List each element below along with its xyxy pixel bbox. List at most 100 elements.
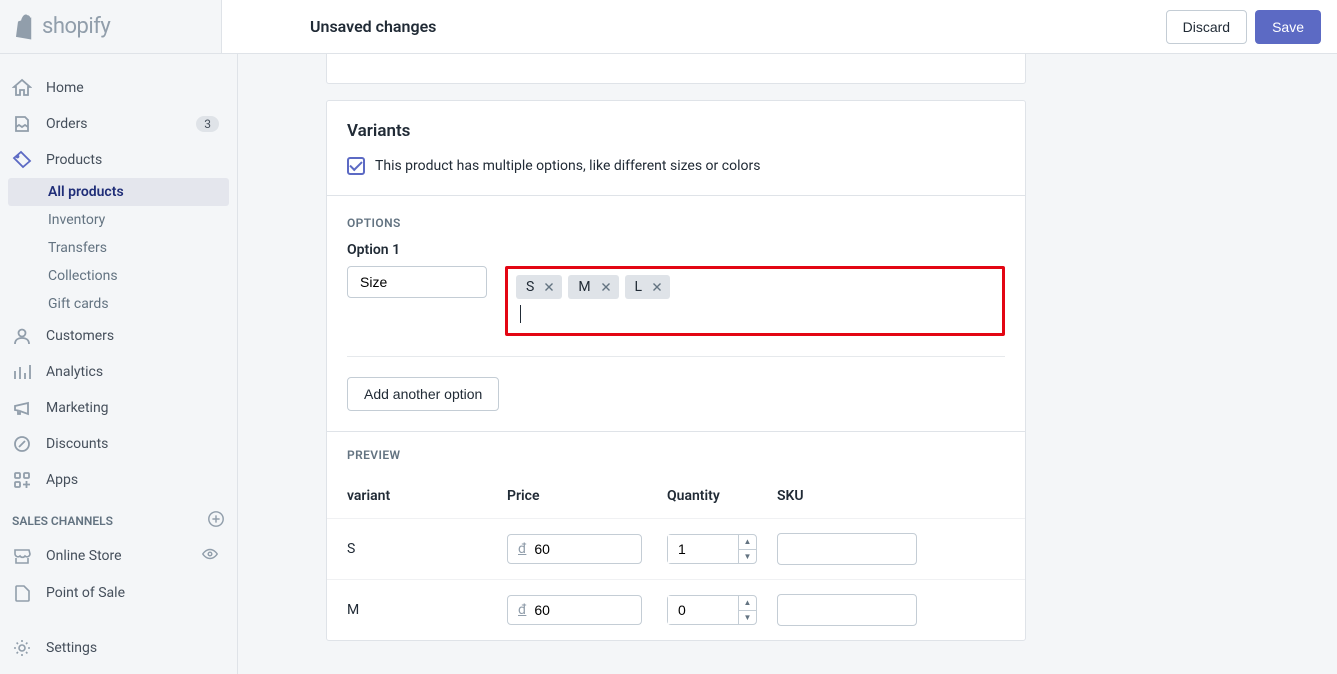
- col-price: Price: [507, 488, 667, 504]
- quantity-field[interactable]: [668, 535, 738, 563]
- spinner-down-icon[interactable]: ▼: [739, 550, 756, 564]
- quantity-field[interactable]: [668, 596, 738, 624]
- add-channel-icon[interactable]: [207, 510, 225, 531]
- spinner-up-icon[interactable]: ▲: [739, 596, 756, 611]
- sidebar-item-discounts[interactable]: Discounts: [0, 426, 237, 462]
- sidebar-item-settings[interactable]: Settings: [0, 630, 237, 674]
- pos-icon: [12, 583, 32, 603]
- orders-badge: 3: [196, 116, 219, 132]
- sidebar-label: Discounts: [46, 436, 108, 452]
- multiple-options-checkbox[interactable]: [347, 157, 365, 175]
- apps-icon: [12, 470, 32, 490]
- shopify-logo-text: shopify: [42, 14, 110, 39]
- option-values-box[interactable]: S M L: [505, 266, 1005, 336]
- settings-icon: [12, 638, 32, 658]
- sidebar-item-online-store[interactable]: Online Store: [0, 537, 237, 575]
- analytics-icon: [12, 362, 32, 382]
- sidebar-label: Home: [46, 80, 84, 96]
- sidebar-item-collections[interactable]: Collections: [0, 262, 237, 290]
- sidebar-item-all-products[interactable]: All products: [8, 178, 229, 206]
- sidebar-item-inventory[interactable]: Inventory: [0, 206, 237, 234]
- sidebar-item-analytics[interactable]: Analytics: [0, 354, 237, 390]
- sidebar-label: Analytics: [46, 364, 103, 380]
- tag-s: S: [516, 275, 562, 299]
- quantity-spinners: ▲ ▼: [738, 596, 756, 624]
- eye-icon[interactable]: [201, 545, 219, 567]
- products-icon: [12, 150, 32, 170]
- remove-tag-icon[interactable]: [650, 280, 664, 294]
- text-cursor: [520, 305, 521, 323]
- tag-m: M: [568, 275, 618, 299]
- tag-label: L: [635, 279, 643, 295]
- tags-row: S M L: [516, 275, 994, 299]
- add-option-button[interactable]: Add another option: [347, 377, 499, 411]
- sidebar: Home Orders 3 Products All products Inve…: [0, 54, 238, 674]
- option1-row: S M L: [347, 266, 1005, 336]
- price-field[interactable]: [534, 541, 624, 557]
- save-button[interactable]: Save: [1255, 10, 1321, 44]
- quantity-input[interactable]: ▲ ▼: [667, 595, 757, 625]
- sidebar-label: Transfers: [48, 240, 107, 256]
- currency-prefix: đ: [518, 541, 526, 557]
- sku-field[interactable]: [777, 533, 917, 565]
- sidebar-label: All products: [48, 184, 124, 200]
- sidebar-item-customers[interactable]: Customers: [0, 318, 237, 354]
- marketing-icon: [12, 398, 32, 418]
- sidebar-item-gift-cards[interactable]: Gift cards: [0, 290, 237, 318]
- sidebar-item-home[interactable]: Home: [0, 70, 237, 106]
- col-sku: SKU: [777, 488, 1005, 504]
- price-field[interactable]: [534, 602, 624, 618]
- tag-l: L: [625, 275, 671, 299]
- option1-label: Option 1: [347, 242, 1005, 258]
- topbar: shopify Unsaved changes Discard Save: [0, 0, 1337, 54]
- sidebar-item-apps[interactable]: Apps: [0, 462, 237, 498]
- multiple-options-checkbox-row[interactable]: This product has multiple options, like …: [347, 157, 1005, 175]
- variant-name: S: [347, 541, 507, 557]
- spinner-up-icon[interactable]: ▲: [739, 535, 756, 550]
- variants-title: Variants: [347, 121, 1005, 141]
- sidebar-item-marketing[interactable]: Marketing: [0, 390, 237, 426]
- sales-channels-label: SALES CHANNELS: [12, 514, 113, 528]
- customers-icon: [12, 326, 32, 346]
- page-status-title: Unsaved changes: [310, 17, 436, 36]
- preview-table: variant Price Quantity SKU S đ: [327, 474, 1025, 640]
- sidebar-label: Collections: [48, 268, 118, 284]
- price-input[interactable]: đ: [507, 534, 642, 564]
- tag-label: M: [578, 279, 590, 295]
- sidebar-label: Products: [46, 152, 102, 168]
- option-actions: Add another option: [347, 356, 1005, 411]
- sidebar-item-transfers[interactable]: Transfers: [0, 234, 237, 262]
- sidebar-label: Customers: [46, 328, 114, 344]
- home-icon: [12, 78, 32, 98]
- topbar-logo-area: shopify: [0, 0, 222, 53]
- remove-tag-icon[interactable]: [542, 280, 556, 294]
- tag-label: S: [526, 279, 534, 295]
- sidebar-item-products[interactable]: Products: [0, 142, 237, 178]
- discard-button[interactable]: Discard: [1166, 10, 1247, 44]
- option-name-input[interactable]: [347, 266, 487, 298]
- sidebar-label: Inventory: [48, 212, 105, 228]
- remove-tag-icon[interactable]: [599, 280, 613, 294]
- sidebar-label: Orders: [46, 116, 88, 132]
- sku-field[interactable]: [777, 594, 917, 626]
- sidebar-label: Point of Sale: [46, 585, 125, 601]
- main-content: Variants This product has multiple optio…: [238, 54, 1337, 674]
- online-store-icon: [12, 546, 32, 566]
- shopify-logo[interactable]: shopify: [16, 14, 110, 40]
- col-variant: variant: [347, 488, 507, 504]
- table-head-row: variant Price Quantity SKU: [327, 474, 1025, 518]
- orders-icon: [12, 114, 32, 134]
- checkbox-label: This product has multiple options, like …: [375, 158, 760, 174]
- sidebar-item-orders[interactable]: Orders 3: [0, 106, 237, 142]
- price-input[interactable]: đ: [507, 595, 642, 625]
- sidebar-label: Apps: [46, 472, 78, 488]
- quantity-input[interactable]: ▲ ▼: [667, 534, 757, 564]
- sales-channels-header: SALES CHANNELS: [0, 498, 237, 537]
- spinner-down-icon[interactable]: ▼: [739, 611, 756, 625]
- sidebar-label: Online Store: [46, 548, 122, 564]
- shopify-bag-icon: [16, 14, 38, 40]
- previous-card-stub: [326, 54, 1026, 84]
- table-row: S đ ▲ ▼: [327, 518, 1025, 579]
- sidebar-item-point-of-sale[interactable]: Point of Sale: [0, 575, 237, 611]
- variants-card: Variants This product has multiple optio…: [326, 100, 1026, 641]
